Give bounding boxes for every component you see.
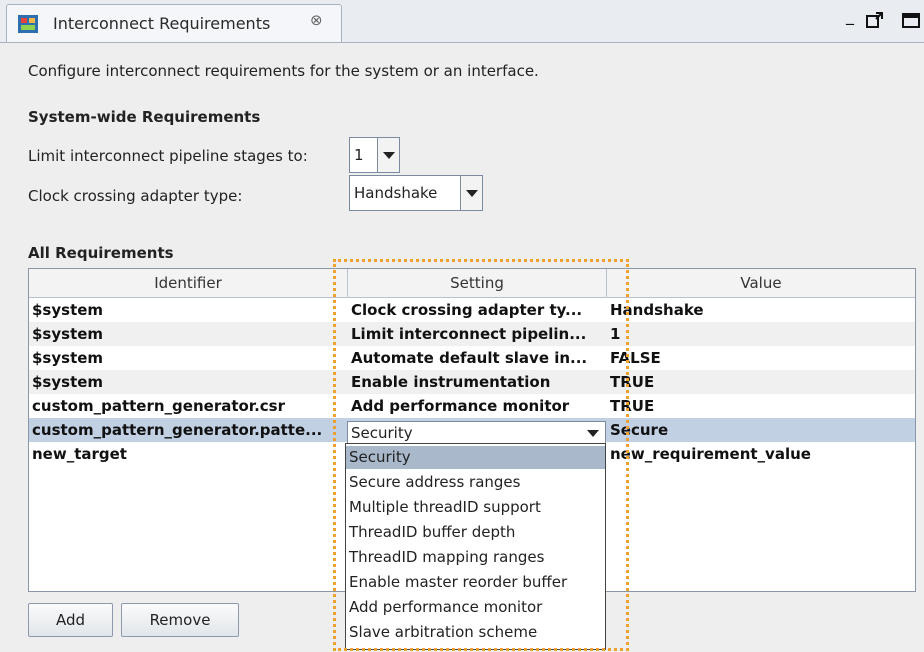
pipeline-stages-label: Limit interconnect pipeline stages to:: [28, 147, 308, 165]
identifier-cell: $system: [32, 373, 104, 391]
clock-crossing-dropdown-button[interactable]: [460, 176, 482, 210]
interconnect-view-icon: [18, 15, 38, 33]
column-header-identifier[interactable]: Identifier: [29, 269, 348, 297]
identifier-cell: $system: [32, 325, 104, 343]
column-header-value[interactable]: Value: [607, 269, 915, 297]
system-wide-heading: System-wide Requirements: [28, 108, 261, 126]
value-cell: 1: [610, 325, 621, 343]
setting-column-highlight: [333, 259, 629, 651]
clock-crossing-select[interactable]: Handshake: [349, 175, 483, 211]
add-button[interactable]: Add: [28, 603, 113, 637]
view-tab-bar: Interconnect Requirements ⊗ _: [0, 0, 924, 43]
identifier-cell: $system: [32, 301, 104, 319]
value-cell: Handshake: [610, 301, 704, 319]
clock-crossing-label: Clock crossing adapter type:: [28, 187, 243, 205]
interconnect-requirements-tab[interactable]: Interconnect Requirements ⊗: [6, 4, 342, 42]
tab-title: Interconnect Requirements: [53, 14, 271, 33]
remove-button[interactable]: Remove: [121, 603, 239, 637]
value-cell: TRUE: [610, 373, 655, 391]
all-requirements-heading: All Requirements: [28, 244, 174, 262]
identifier-cell: new_target: [32, 445, 127, 463]
pipeline-stages-select[interactable]: 1: [349, 137, 400, 173]
pipeline-stages-value: 1: [354, 146, 364, 164]
view-description: Configure interconnect requirements for …: [28, 62, 539, 80]
identifier-cell: $system: [32, 349, 104, 367]
value-cell: TRUE: [610, 397, 655, 415]
identifier-cell: custom_pattern_generator.csr: [32, 397, 285, 415]
clock-crossing-value: Handshake: [354, 184, 438, 202]
value-cell: Secure: [610, 421, 669, 439]
minimize-icon[interactable]: _: [846, 6, 854, 25]
detach-view-icon[interactable]: [866, 12, 884, 28]
value-cell: new_requirement_value: [610, 445, 811, 463]
pipeline-stages-dropdown-button[interactable]: [377, 138, 399, 172]
maximize-icon[interactable]: [902, 13, 920, 28]
close-tab-icon[interactable]: ⊗: [310, 11, 323, 29]
value-cell: FALSE: [610, 349, 661, 367]
chevron-down-icon: [383, 152, 395, 159]
identifier-cell: custom_pattern_generator.patte...: [32, 421, 323, 439]
chevron-down-icon: [466, 190, 478, 197]
